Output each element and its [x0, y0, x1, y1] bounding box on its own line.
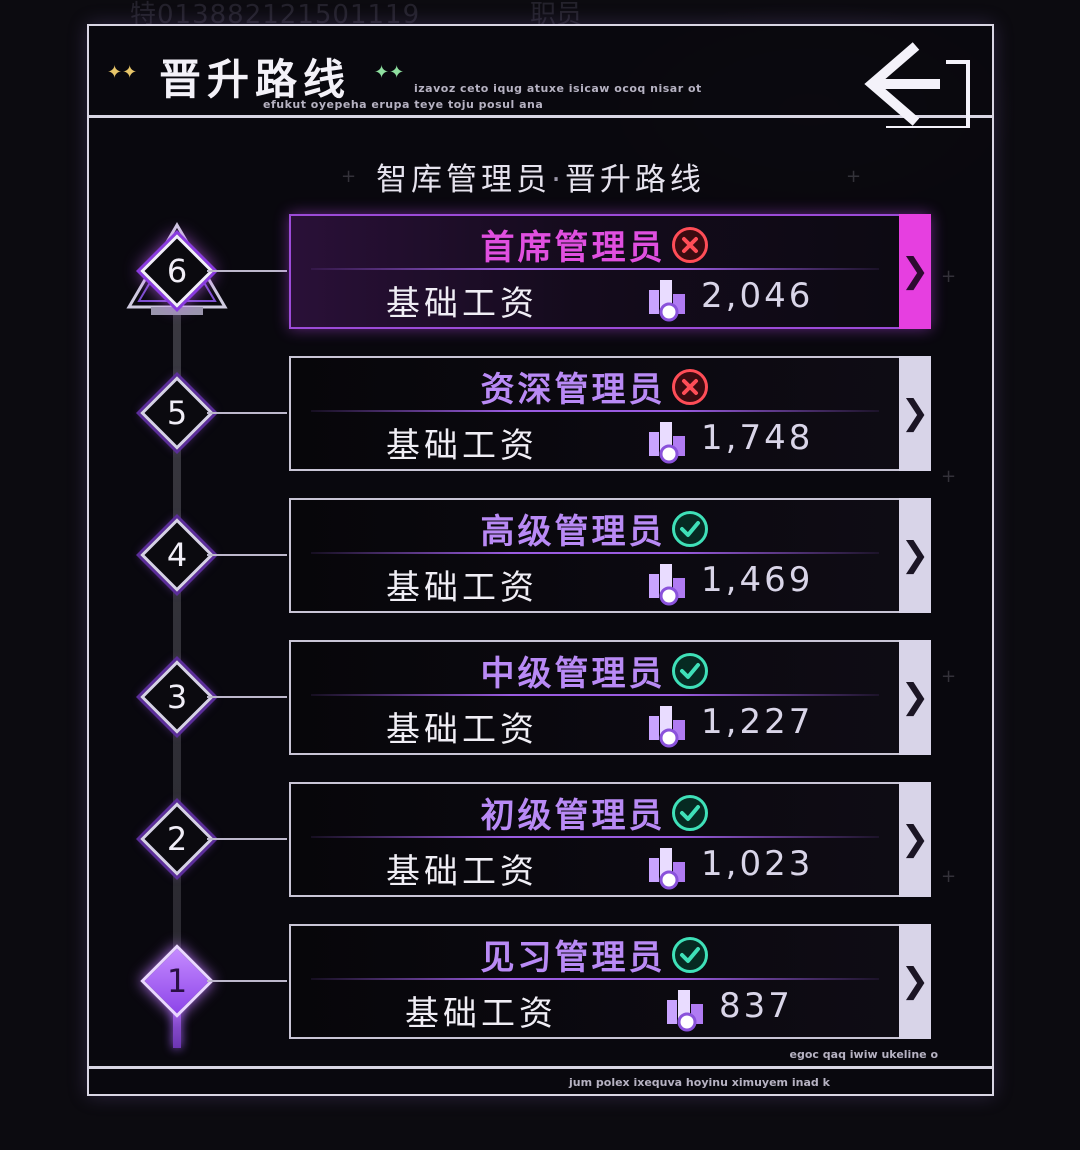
level-card-2[interactable]: 初级管理员 基础工资 1,023 ❯	[289, 782, 931, 897]
building-currency-icon	[649, 564, 685, 606]
level-row-6: 6 首席管理员 基础工资 2,046 ❯	[89, 214, 992, 329]
connector-line	[207, 270, 287, 272]
checkmark-icon	[671, 653, 708, 689]
rank-title: 首席管理员	[291, 220, 897, 269]
card-divider	[311, 978, 879, 980]
footer-caption-1: egoc qaq iwiw ukeline o	[789, 1048, 938, 1061]
salary-value: 2,046	[701, 276, 814, 316]
card-divider	[311, 268, 879, 270]
card-divider	[311, 552, 879, 554]
footer-divider	[89, 1066, 992, 1069]
rank-title-text: 见习管理员	[480, 938, 666, 978]
building-currency-icon	[667, 990, 703, 1032]
rank-title: 初级管理员	[291, 788, 897, 837]
rank-number: 3	[166, 678, 188, 716]
building-currency-icon	[649, 706, 685, 748]
route-subtitle: 智库管理员·晋升路线	[89, 154, 992, 199]
salary-value: 1,469	[701, 560, 814, 600]
chevron-right-icon[interactable]: ❯	[899, 498, 931, 613]
level-row-4: 4 高级管理员 基础工资 1,469 ❯	[89, 498, 992, 613]
connector-line	[207, 980, 287, 982]
rank-title-text: 初级管理员	[480, 796, 666, 836]
promotion-panel: ✦✦ 晋升路线 ✦✦ izavoz ceto iqug atuxe isicaw…	[87, 24, 994, 1096]
back-button[interactable]	[856, 36, 974, 130]
rank-title-text: 高级管理员	[480, 512, 666, 552]
connector-line	[207, 412, 287, 414]
sparkle-left-icon: ✦✦	[107, 62, 138, 83]
rank-title-text: 中级管理员	[480, 654, 666, 694]
salary-label: 基础工资	[405, 994, 557, 1034]
rank-title-text: 首席管理员	[480, 228, 666, 268]
level-card-3[interactable]: 中级管理员 基础工资 1,227 ❯	[289, 640, 931, 755]
checkmark-icon	[671, 937, 708, 973]
rank-number: 6	[166, 252, 188, 290]
header-caption-1: izavoz ceto iqug atuxe isicaw ocoq nisar…	[414, 82, 702, 95]
salary-value: 837	[719, 986, 793, 1026]
rank-number: 5	[166, 394, 188, 432]
salary-label: 基础工资	[386, 568, 538, 608]
connector-line	[207, 838, 287, 840]
salary-label: 基础工资	[386, 852, 538, 892]
locked-x-icon	[671, 227, 708, 263]
building-currency-icon	[649, 280, 685, 322]
level-row-5: 5 资深管理员 基础工资 1,748 ❯	[89, 356, 992, 471]
header-caption-2: efukut oyepeha erupa teye toju posul ana	[263, 98, 544, 111]
checkmark-icon	[671, 511, 708, 547]
salary-value: 1,748	[701, 418, 814, 458]
rank-title: 资深管理员	[291, 362, 897, 411]
salary-label: 基础工资	[386, 284, 538, 324]
locked-x-icon	[671, 369, 708, 405]
level-row-3: 3 中级管理员 基础工资 1,227 ❯	[89, 640, 992, 755]
card-divider	[311, 410, 879, 412]
salary-value: 1,227	[701, 702, 814, 742]
connector-line	[207, 696, 287, 698]
subtitle-separator: ·	[551, 162, 565, 198]
building-currency-icon	[649, 848, 685, 890]
back-arrow-icon	[864, 42, 970, 130]
card-divider	[311, 836, 879, 838]
chevron-right-icon[interactable]: ❯	[899, 924, 931, 1039]
footer-caption-2: jum polex ixequva hoyinu ximuyem inad k	[569, 1076, 830, 1089]
rank-number: 2	[166, 820, 188, 858]
rank-title: 见习管理员	[291, 930, 897, 979]
level-row-2: 2 初级管理员 基础工资 1,023 ❯	[89, 782, 992, 897]
rank-number: 1	[166, 962, 188, 1000]
salary-label: 基础工资	[386, 426, 538, 466]
rank-title: 中级管理员	[291, 646, 897, 695]
sparkle-right-icon: ✦✦	[374, 62, 405, 83]
checkmark-icon	[671, 795, 708, 831]
connector-line	[207, 554, 287, 556]
level-card-1[interactable]: 见习管理员 基础工资 837 ❯	[289, 924, 931, 1039]
panel-header: ✦✦ 晋升路线 ✦✦ izavoz ceto iqug atuxe isicaw…	[89, 26, 992, 130]
level-row-1: 1 见习管理员 基础工资 837 ❯	[89, 924, 992, 1039]
subtitle-route: 晋升路线	[564, 162, 705, 198]
salary-label: 基础工资	[386, 710, 538, 750]
rank-number: 4	[166, 536, 188, 574]
level-card-4[interactable]: 高级管理员 基础工资 1,469 ❯	[289, 498, 931, 613]
salary-value: 1,023	[701, 844, 814, 884]
chevron-right-icon[interactable]: ❯	[899, 356, 931, 471]
rank-title: 高级管理员	[291, 504, 897, 553]
chevron-right-icon[interactable]: ❯	[899, 782, 931, 897]
level-card-5[interactable]: 资深管理员 基础工资 1,748 ❯	[289, 356, 931, 471]
chevron-right-icon[interactable]: ❯	[899, 214, 931, 329]
rank-title-text: 资深管理员	[480, 370, 666, 410]
level-card-6[interactable]: 首席管理员 基础工资 2,046 ❯	[289, 214, 931, 329]
card-divider	[311, 694, 879, 696]
chevron-right-icon[interactable]: ❯	[899, 640, 931, 755]
subtitle-role: 智库管理员	[376, 162, 552, 198]
building-currency-icon	[649, 422, 685, 464]
